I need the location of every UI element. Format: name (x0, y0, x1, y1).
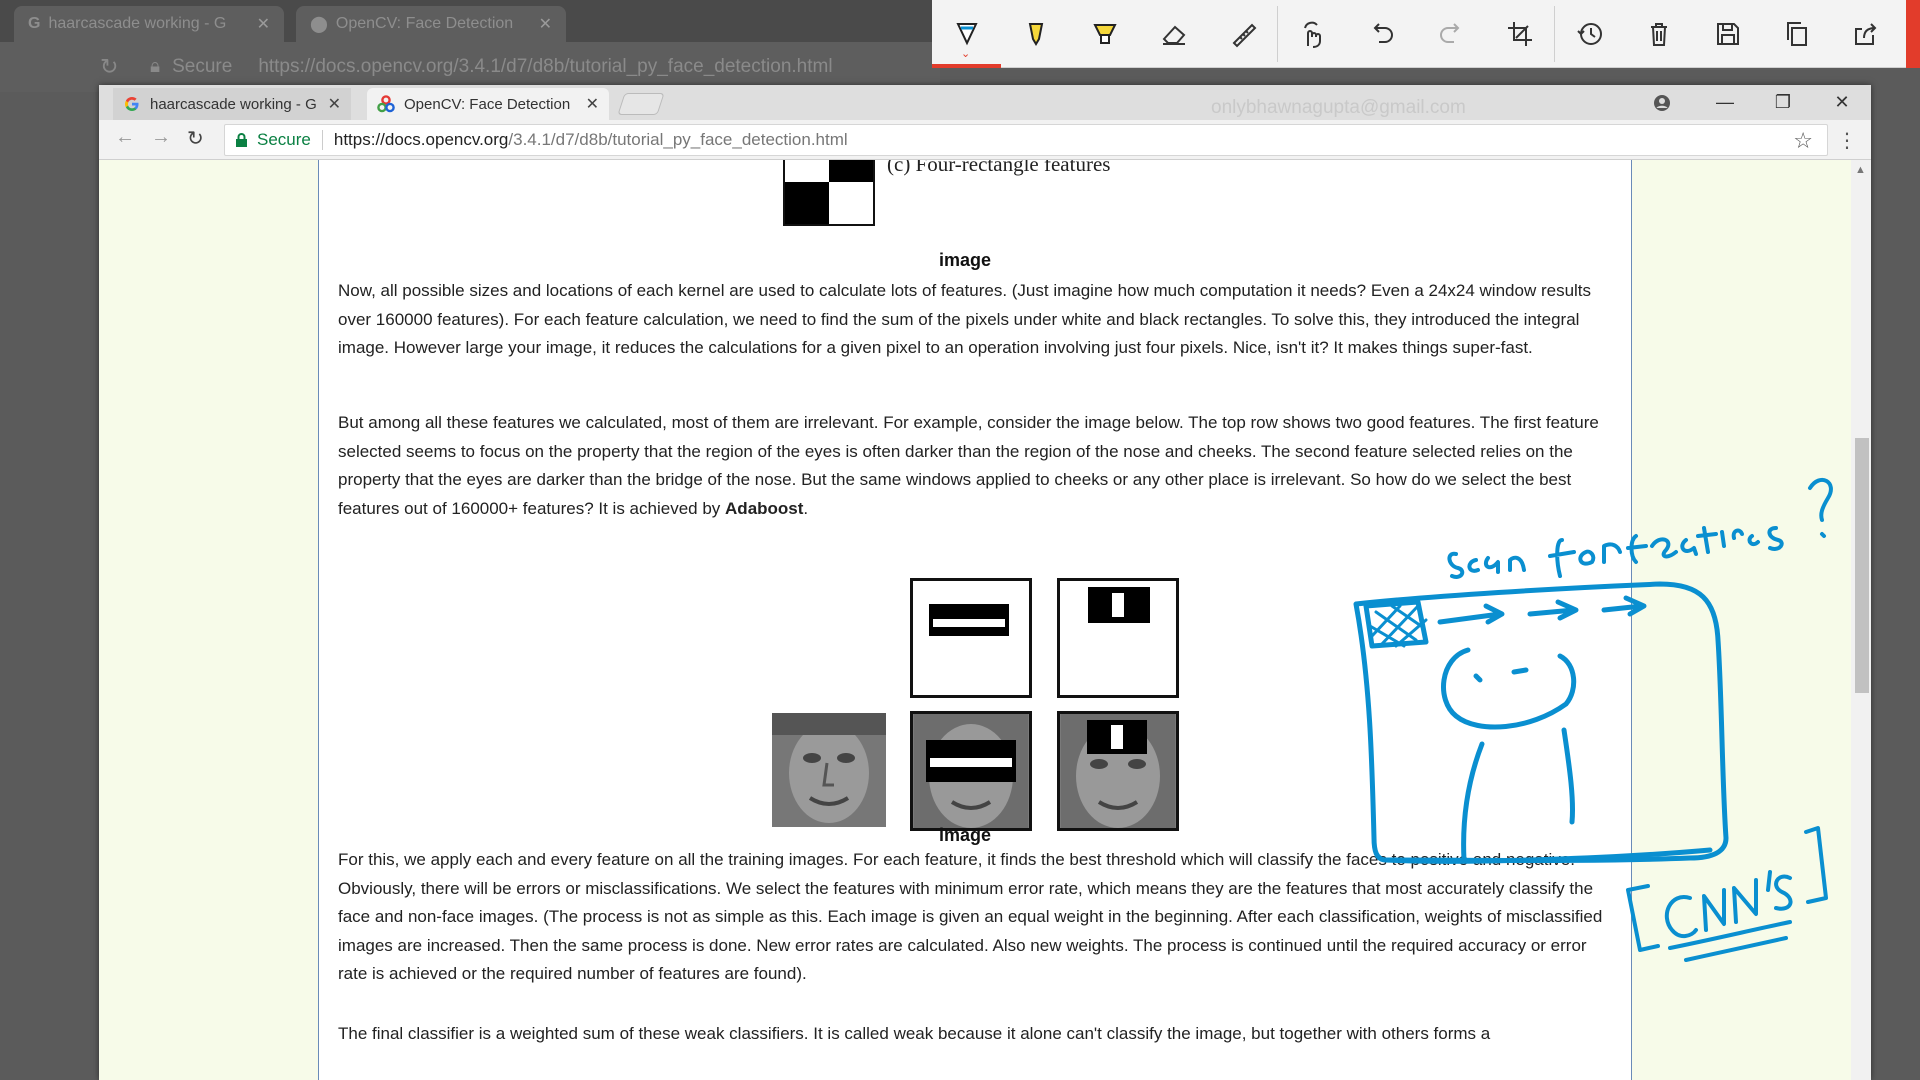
eraser-icon (1162, 25, 1185, 45)
url-path: /3.4.1/d7/d8b/tutorial_py_face_detection… (508, 130, 848, 149)
tab-haarcascade[interactable]: haarcascade working - G ✕ (113, 88, 351, 120)
close-icon: ✕ (1834, 92, 1850, 112)
face-with-edge-feature (910, 711, 1032, 831)
figure-caption: image (938, 250, 992, 270)
crop-icon (1507, 21, 1532, 46)
edge-feature-box (910, 578, 1032, 698)
redo-icon (1439, 22, 1459, 43)
crop-button[interactable] (1485, 0, 1554, 68)
tab-strip: haarcascade working - G ✕ OpenCV: Face D… (99, 85, 1871, 120)
close-icon: ✕ (256, 16, 270, 33)
background-tab-title: OpenCV: Face Detection (335, 15, 514, 32)
page-content: (c) Four-rectangle features image Now, a… (318, 160, 1632, 1080)
paragraph: The final classifier is a weighted sum o… (338, 1024, 1491, 1043)
close-tab-icon[interactable]: ✕ (576, 94, 599, 114)
pen-tool-button[interactable]: ⌄ (932, 0, 1001, 68)
line-feature-box (1057, 578, 1179, 698)
delete-button[interactable] (1624, 0, 1693, 68)
close-icon: ✕ (538, 16, 552, 33)
delete-icon (1650, 22, 1667, 46)
background-tab: ⬤ OpenCV: Face Detection ✕ (296, 6, 566, 42)
background-secure-label: Secure (172, 56, 233, 77)
tab-title: haarcascade working - G (150, 95, 317, 113)
scrollbar[interactable]: ▲ (1851, 160, 1871, 1080)
tab-opencv-face-detection[interactable]: OpenCV: Face Detection ✕ (367, 88, 609, 120)
restore-icon: ❐ (1774, 92, 1792, 112)
forward-icon[interactable]: → (151, 126, 171, 149)
face-with-line-feature (1057, 711, 1179, 831)
minimize-button[interactable]: — (1696, 85, 1754, 120)
opencv-favicon-icon (377, 95, 395, 113)
minimize-icon: — (1716, 92, 1734, 112)
paragraph-text: But among all these features we calculat… (338, 413, 1599, 518)
pencil-tool-button[interactable] (1001, 0, 1070, 68)
history-button[interactable] (1555, 0, 1624, 68)
paragraph: But among all these features we calculat… (338, 409, 1618, 523)
omnibox[interactable]: Secure https://docs.opencv.org/3.4.1/d7/… (224, 124, 1828, 156)
scrollbar-thumb[interactable] (1855, 438, 1869, 693)
share-icon (1854, 22, 1876, 45)
pencil-highlighter-icon (1028, 22, 1043, 46)
highlighter-tool-button[interactable] (1070, 0, 1139, 68)
close-window-button[interactable]: ✕ (1813, 85, 1871, 120)
secure-label: Secure (257, 130, 311, 149)
lock-icon (236, 132, 247, 147)
ruler-icon (1232, 23, 1256, 47)
paragraph: For this, we apply each and every featur… (338, 850, 1603, 983)
profile-button[interactable] (1633, 85, 1691, 120)
tab-title: OpenCV: Face Detection (404, 95, 571, 113)
paragraph-end: . (803, 498, 809, 518)
opencv-favicon-icon: ⬤ (310, 16, 328, 33)
paragraph: Now, all possible sizes and locations of… (338, 281, 1592, 357)
annotation-toolbar: ⌄ (932, 0, 1920, 68)
four-rectangle-feature-figure (783, 160, 875, 226)
share-button[interactable] (1831, 0, 1900, 68)
menu-icon[interactable]: ⋮ (1837, 128, 1857, 153)
undo-button[interactable] (1347, 0, 1416, 68)
restore-button[interactable]: ❐ (1754, 85, 1812, 120)
close-tab-icon[interactable]: ✕ (318, 94, 341, 114)
omnibox-divider (321, 130, 323, 150)
redo-button[interactable] (1416, 0, 1485, 68)
touch-writing-button[interactable] (1278, 0, 1347, 68)
background-tab: G haarcascade working - G ✕ (14, 6, 284, 42)
copy-icon (1786, 21, 1807, 46)
google-favicon-icon: G (28, 15, 41, 32)
figure-caption: image (938, 825, 992, 845)
lock-icon: 🔒︎ (150, 56, 161, 77)
address-bar-row: ← → ↻ Secure https://docs.opencv.org/3.4… (99, 120, 1871, 160)
bookmark-star-icon[interactable]: ☆ (1793, 128, 1813, 154)
undo-icon (1373, 22, 1393, 43)
back-icon[interactable]: ← (115, 126, 135, 149)
url-host: https://docs.opencv.org (333, 130, 509, 149)
profile-email: onlybhawnagupta@gmail.com (1211, 97, 1466, 118)
account-icon (1654, 94, 1670, 111)
page-viewport: (c) Four-rectangle features image Now, a… (99, 160, 1871, 1080)
touch-writing-icon (1303, 21, 1321, 48)
chevron-down-icon: ⌄ (961, 47, 971, 60)
pen-icon (955, 22, 978, 45)
new-tab-button[interactable] (617, 93, 665, 115)
highlighter-icon (1092, 23, 1117, 44)
ruler-tool-button[interactable] (1208, 0, 1277, 68)
eraser-tool-button[interactable] (1139, 0, 1208, 68)
google-favicon-icon (125, 97, 139, 111)
reload-icon: ↻ (100, 54, 119, 79)
background-tab-title: haarcascade working - G (48, 15, 227, 32)
secure-indicator[interactable]: Secure (235, 130, 311, 150)
save-button[interactable] (1693, 0, 1762, 68)
scroll-up-arrow-icon[interactable]: ▲ (1855, 164, 1866, 176)
save-icon (1716, 22, 1739, 45)
adaboost-term: Adaboost (725, 498, 804, 518)
browser-window: haarcascade working - G ✕ OpenCV: Face D… (99, 85, 1871, 1080)
history-icon (1576, 22, 1602, 45)
face-image (772, 713, 886, 827)
reload-icon[interactable]: ↻ (187, 126, 204, 151)
figure-caption-four-rectangle: (c) Four-rectangle features (887, 160, 1111, 176)
copy-button[interactable] (1762, 0, 1831, 68)
toolbar-accent-strip (1906, 0, 1920, 68)
background-url: https://docs.opencv.org/3.4.1/d7/d8b/tut… (258, 56, 833, 77)
